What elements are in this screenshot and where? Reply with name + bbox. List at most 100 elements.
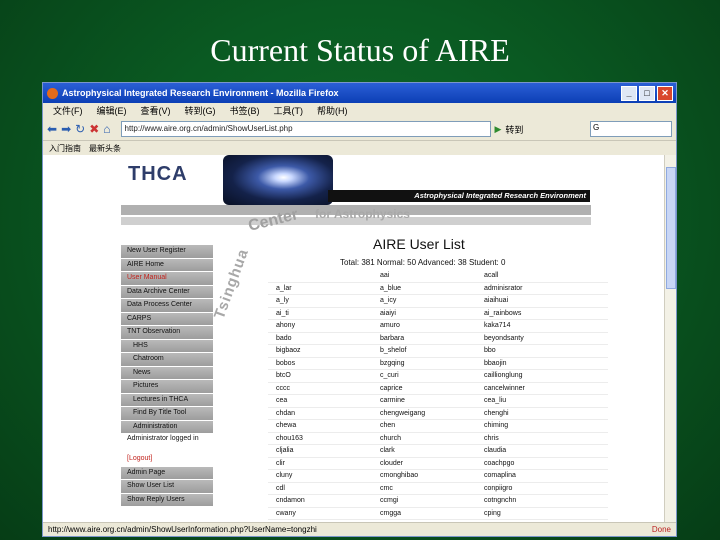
- bookmark-getting-started[interactable]: 入门指南: [49, 143, 81, 154]
- maximize-icon[interactable]: □: [639, 86, 655, 101]
- username-link[interactable]: cancelwinner: [476, 383, 580, 395]
- sidebar-item[interactable]: Show Reply Users: [121, 493, 213, 506]
- username-link[interactable]: bbo: [476, 345, 580, 357]
- username-link[interactable]: caillionglung: [476, 370, 580, 382]
- username-link[interactable]: chewa: [268, 420, 372, 432]
- scrollbar-thumb[interactable]: [666, 167, 676, 289]
- menu-view[interactable]: 查看(V): [141, 104, 171, 117]
- stop-icon[interactable]: ✖: [89, 123, 99, 135]
- username-link[interactable]: cea: [268, 395, 372, 407]
- username-link[interactable]: acall: [476, 270, 580, 282]
- username-link[interactable]: bbaojin: [476, 358, 580, 370]
- close-icon[interactable]: ✕: [657, 86, 673, 101]
- username-link[interactable]: bigbaoz: [268, 345, 372, 357]
- username-link[interactable]: a_icy: [372, 295, 476, 307]
- sidebar-item[interactable]: Administration: [121, 420, 213, 433]
- username-link[interactable]: beyondsanty: [476, 333, 580, 345]
- username-link[interactable]: chen: [372, 420, 476, 432]
- username-link[interactable]: clir: [268, 458, 372, 470]
- username-link[interactable]: c_curi: [372, 370, 476, 382]
- menu-edit[interactable]: 编辑(E): [97, 104, 127, 117]
- username-link[interactable]: coachpgo: [476, 458, 580, 470]
- sidebar-item[interactable]: TNT Observation: [121, 326, 213, 339]
- username-link[interactable]: bobos: [268, 358, 372, 370]
- sidebar-item[interactable]: CARPS: [121, 312, 213, 325]
- sidebar-item[interactable]: HHS: [121, 339, 213, 352]
- sidebar-item[interactable]: Pictures: [121, 380, 213, 393]
- username-link[interactable]: comaplina: [476, 470, 580, 482]
- username-link[interactable]: cea_liu: [476, 395, 580, 407]
- username-link[interactable]: conpiigro: [476, 483, 580, 495]
- username-link[interactable]: chris: [476, 433, 580, 445]
- username-link[interactable]: a_lar: [268, 283, 372, 295]
- search-input[interactable]: G: [590, 121, 672, 137]
- username-link[interactable]: cndamon: [268, 495, 372, 507]
- menu-file[interactable]: 文件(F): [53, 104, 83, 117]
- username-link[interactable]: barbara: [372, 333, 476, 345]
- username-link[interactable]: adminisrator: [476, 283, 580, 295]
- username-link[interactable]: cdl: [268, 483, 372, 495]
- username-link[interactable]: [268, 270, 372, 282]
- username-link[interactable]: chengweigang: [372, 408, 476, 420]
- sidebar-item[interactable]: News: [121, 366, 213, 379]
- menu-go[interactable]: 转到(G): [185, 104, 216, 117]
- sidebar-item[interactable]: Admin Page: [121, 466, 213, 479]
- sidebar-item[interactable]: Data Archive Center: [121, 285, 213, 298]
- username-link[interactable]: clouder: [372, 458, 476, 470]
- username-link[interactable]: amuro: [372, 320, 476, 332]
- username-link[interactable]: cotngnchn: [476, 495, 580, 507]
- username-link[interactable]: church: [372, 433, 476, 445]
- username-link[interactable]: caprice: [372, 383, 476, 395]
- username-link[interactable]: bzgqing: [372, 358, 476, 370]
- username-link[interactable]: ccmgi: [372, 495, 476, 507]
- menu-help[interactable]: 帮助(H): [317, 104, 348, 117]
- vertical-scrollbar[interactable]: [664, 155, 676, 522]
- username-link[interactable]: chenghi: [476, 408, 580, 420]
- username-link[interactable]: claudia: [476, 445, 580, 457]
- username-link[interactable]: carmine: [372, 395, 476, 407]
- username-link[interactable]: bado: [268, 333, 372, 345]
- username-link[interactable]: ahony: [268, 320, 372, 332]
- username-link[interactable]: cljalia: [268, 445, 372, 457]
- username-link[interactable]: cwany: [268, 508, 372, 520]
- username-link[interactable]: cping: [476, 508, 580, 520]
- window-titlebar[interactable]: Astrophysical Integrated Research Enviro…: [43, 83, 676, 103]
- sidebar-item[interactable]: [Logout]: [121, 453, 213, 466]
- sidebar-item[interactable]: Chatroom: [121, 353, 213, 366]
- username-link[interactable]: aiaiyi: [372, 308, 476, 320]
- address-bar[interactable]: http://www.aire.org.cn/admin/ShowUserLis…: [120, 121, 491, 137]
- home-icon[interactable]: ⌂: [103, 123, 110, 135]
- username-link[interactable]: ai_ti: [268, 308, 372, 320]
- menu-tools[interactable]: 工具(T): [274, 104, 304, 117]
- menu-bookmarks[interactable]: 书签(B): [230, 104, 260, 117]
- username-link[interactable]: chou163: [268, 433, 372, 445]
- username-link[interactable]: a_blue: [372, 283, 476, 295]
- back-icon[interactable]: ⬅: [47, 123, 57, 135]
- sidebar-item[interactable]: Data Process Center: [121, 299, 213, 312]
- sidebar-item[interactable]: Lectures in THCA: [121, 393, 213, 406]
- username-link[interactable]: aiaihuai: [476, 295, 580, 307]
- username-link[interactable]: kaka714: [476, 320, 580, 332]
- sidebar-item[interactable]: Show User List: [121, 480, 213, 493]
- username-link[interactable]: cmonghibao: [372, 470, 476, 482]
- username-link[interactable]: chdan: [268, 408, 372, 420]
- go-button[interactable]: 转到: [505, 123, 523, 136]
- username-link[interactable]: cluny: [268, 470, 372, 482]
- bookmark-latest-headlines[interactable]: 最新头条: [89, 143, 121, 154]
- username-link[interactable]: ai_rainbows: [476, 308, 580, 320]
- username-link[interactable]: cccc: [268, 383, 372, 395]
- sidebar-item[interactable]: Find By Title Tool: [121, 407, 213, 420]
- sidebar-item[interactable]: New User Register: [121, 245, 213, 258]
- username-link[interactable]: clark: [372, 445, 476, 457]
- username-link[interactable]: btcO: [268, 370, 372, 382]
- go-icon[interactable]: ▶: [495, 124, 502, 135]
- username-link[interactable]: b_shelof: [372, 345, 476, 357]
- reload-icon[interactable]: ↻: [75, 123, 85, 135]
- forward-icon[interactable]: ➡: [61, 123, 71, 135]
- username-link[interactable]: chiming: [476, 420, 580, 432]
- minimize-icon[interactable]: _: [621, 86, 637, 101]
- username-link[interactable]: cmc: [372, 483, 476, 495]
- username-link[interactable]: a_ly: [268, 295, 372, 307]
- username-link[interactable]: cmgga: [372, 508, 476, 520]
- sidebar-item[interactable]: AIRE Home: [121, 258, 213, 271]
